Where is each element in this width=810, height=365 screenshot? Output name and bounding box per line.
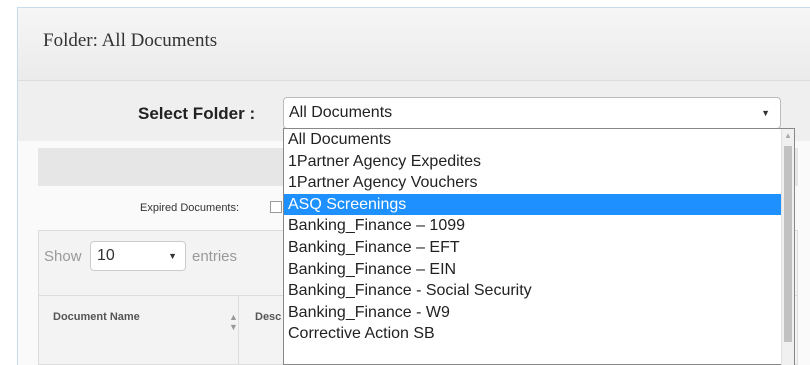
entries-label: entries [192,248,238,265]
caret-down-icon: ▼ [761,108,770,118]
folder-select-value: All Documents [289,104,393,121]
scrollbar-thumb[interactable] [784,146,792,342]
expired-documents-checkbox[interactable] [270,201,282,213]
page-title: Folder: All Documents [43,30,218,51]
dropdown-option[interactable]: Banking_Finance – EFT [284,237,794,259]
column-header-description[interactable]: Desc [255,311,281,323]
dropdown-option[interactable]: Banking_Finance – 1099 [284,215,794,237]
column-header-document-name[interactable]: Document Name [53,311,140,323]
column-divider [238,296,239,365]
dropdown-scrollbar[interactable]: ▲ [781,129,794,365]
dropdown-option[interactable]: Banking_Finance – EIN [284,259,794,281]
show-label: Show [44,248,82,265]
dropdown-option[interactable]: Banking_Finance - Social Security [284,280,794,302]
expired-documents-label: Expired Documents: [140,202,240,214]
folder-select-label: Select Folder : [138,104,256,123]
caret-down-icon: ▼ [168,251,177,261]
dropdown-option[interactable]: Banking_Finance - W9 [284,302,794,324]
sort-icon[interactable]: ▲ ▼ [229,312,238,332]
folder-select[interactable]: All Documents ▼ [283,97,781,129]
dropdown-option[interactable]: 1Partner Agency Vouchers [284,172,794,194]
page-length-select[interactable]: 10 ▼ [90,241,186,271]
dropdown-option-highlighted[interactable]: ASQ Screenings [284,193,794,216]
dropdown-option[interactable]: 1Partner Agency Expedites [284,151,794,173]
dropdown-option[interactable]: All Documents [284,129,794,151]
page-length-value: 10 [97,247,115,264]
scroll-up-arrow-icon[interactable]: ▲ [784,131,792,140]
dropdown-option[interactable]: Corrective Action SB [284,323,794,345]
folder-dropdown-list: All Documents 1Partner Agency Expedites … [283,128,795,365]
